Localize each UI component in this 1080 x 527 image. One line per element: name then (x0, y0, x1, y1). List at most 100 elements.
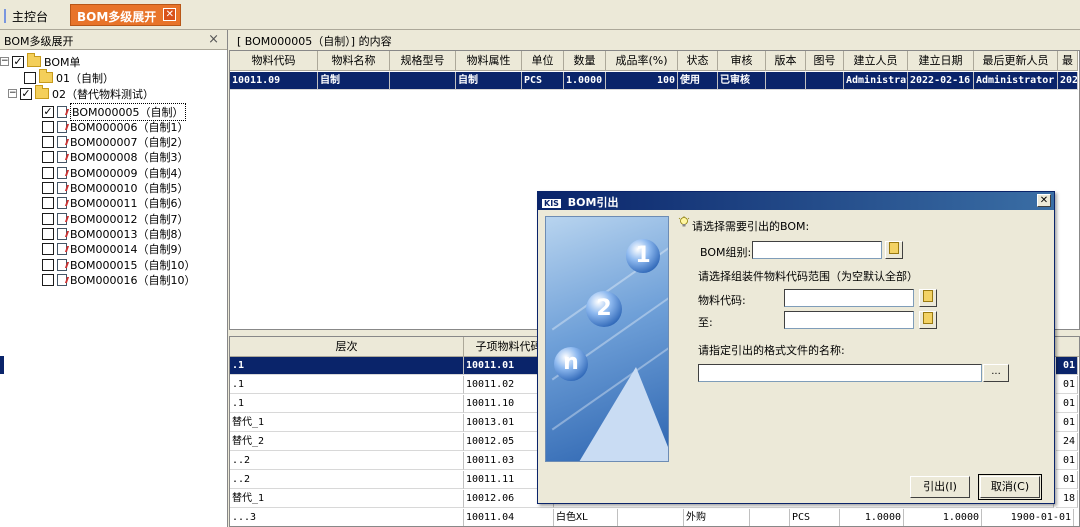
table-cell: .1 (230, 376, 464, 394)
tree-item-checkbox[interactable]: ✓ (42, 105, 54, 118)
tree-item-checkbox[interactable] (42, 243, 54, 256)
grid-bottom-column-header[interactable]: 层次 (230, 337, 464, 357)
tree-item-checkbox[interactable] (42, 120, 54, 133)
grid-top-column-header[interactable]: 版本 (766, 51, 806, 71)
bom-group-input[interactable] (752, 241, 882, 259)
bom-document-icon (57, 120, 67, 133)
tab-close-icon[interactable]: ✕ (163, 8, 177, 21)
grid-top-column-header[interactable]: 图号 (806, 51, 844, 71)
grid-top-column-header[interactable]: 最后更新人员 (974, 51, 1058, 71)
tab-home[interactable]: 主控台 (3, 6, 54, 26)
tree-item-label: BOM000005（自制） (70, 102, 186, 121)
tree-item-bom[interactable]: BOM000014（自制9） (42, 242, 189, 257)
tree-item-label: BOM000009（自制4） (70, 166, 189, 180)
tree-group-checkbox[interactable]: ✓ (20, 87, 32, 100)
grid-top-column-header[interactable]: 单位 (522, 51, 564, 71)
tree-item-label: BOM000016（自制10） (70, 273, 196, 287)
tree-item-bom[interactable]: BOM000007（自制2） (42, 135, 189, 150)
grid-top-column-header[interactable]: 物料属性 (456, 51, 522, 71)
table-cell: 100 (606, 72, 678, 90)
dialog-close-button[interactable]: ✕ (1037, 194, 1051, 207)
range-prompt: 请选择组装件物料代码范围（为空默认全部） (698, 270, 918, 283)
tree-item-checkbox[interactable] (42, 227, 54, 240)
table-cell: 替代_1 (230, 490, 464, 508)
bom-tree-panel-header: BOM多级展开 × (0, 30, 227, 50)
tree-item-label: BOM000010（自制5） (70, 182, 189, 195)
tree-group-01[interactable]: 01（自制） (24, 69, 114, 85)
panel-close-icon[interactable]: × (208, 32, 219, 47)
table-cell: 白色XL (554, 509, 618, 526)
tree-item-bom[interactable]: BOM000008（自制3） (42, 150, 189, 165)
tree-group-checkbox[interactable] (24, 71, 36, 84)
tree-item-checkbox[interactable] (42, 166, 54, 179)
bom-document-icon (57, 273, 67, 286)
table-cell: 替代_1 (230, 414, 464, 432)
tree-item-checkbox[interactable] (42, 273, 54, 286)
tree-item-checkbox[interactable] (42, 182, 54, 194)
grid-top-column-header[interactable]: 物料代码 (230, 51, 318, 71)
bom-document-icon (57, 105, 67, 118)
tree-group-02[interactable]: − ✓ 02（替代物料测试） (8, 85, 154, 101)
tree-item-bom[interactable]: ✓ BOM000005（自制） (42, 102, 186, 121)
tree-item-bom[interactable]: BOM000009（自制4） (42, 165, 189, 180)
bom-tree-panel-title: BOM多级展开 (4, 35, 74, 48)
cancel-button[interactable]: 取消(C) (978, 474, 1042, 500)
tree-item-bom[interactable]: BOM000006（自制1） (42, 119, 189, 134)
table-cell: 1.0000 (904, 509, 982, 526)
row-selection-indicator (0, 356, 4, 374)
dialog-title: BOM引出 (567, 196, 619, 209)
table-cell: 18 (1056, 490, 1078, 508)
grid-top-column-header[interactable]: 建立人员 (844, 51, 908, 71)
bom-group-browse-button[interactable] (885, 241, 903, 259)
tree-item-bom[interactable]: BOM000013（自制8） (42, 226, 189, 241)
export-button[interactable]: 引出(I) (910, 476, 970, 498)
material-code-from-browse-button[interactable] (919, 289, 937, 307)
tree-item-checkbox[interactable] (42, 212, 54, 225)
tree-item-bom[interactable]: BOM000012（自制7） (42, 211, 189, 226)
select-bom-prompt: 请选择需要引出的BOM: (692, 220, 810, 233)
grid-top-column-header[interactable]: 成品率(%) (606, 51, 678, 71)
grid-top-column-header[interactable]: 审核 (718, 51, 766, 71)
collapse-icon[interactable]: − (8, 89, 17, 98)
grid-top-column-header[interactable]: 物料名称 (318, 51, 390, 71)
table-cell: .1 (230, 357, 464, 375)
tab-bar: 主控台 BOM多级展开 ✕ (0, 0, 1080, 30)
tree-item-checkbox[interactable] (42, 151, 54, 164)
table-cell: 01 (1056, 414, 1078, 432)
material-code-to-browse-button[interactable] (919, 311, 937, 329)
table-cell: 01 (1056, 452, 1078, 470)
material-code-to-input[interactable] (784, 311, 914, 329)
table-cell: 01 (1056, 471, 1078, 489)
tree-item-bom[interactable]: BOM000011（自制6） (42, 196, 189, 211)
table-cell: 1.0000 (840, 509, 904, 526)
tree-item-checkbox[interactable] (42, 258, 54, 271)
format-file-browse-button[interactable]: ... (983, 364, 1009, 382)
banner-mountain-shape (576, 367, 668, 461)
tree-root[interactable]: − ✓ BOM单 (0, 53, 81, 69)
collapse-icon[interactable]: − (0, 57, 9, 66)
tree-item-label: BOM000007（自制2） (70, 136, 189, 150)
grid-top-column-header[interactable]: 规格型号 (390, 51, 456, 71)
tree-group-label: 02（替代物料测试） (52, 87, 154, 101)
table-cell (618, 509, 684, 526)
grid-top-column-header[interactable]: 数量 (564, 51, 606, 71)
grid-top-column-header[interactable]: 建立日期 (908, 51, 974, 71)
grid-top-column-header[interactable]: 最后 (1058, 51, 1078, 86)
tree-item-bom[interactable]: BOM000010（自制5） (42, 181, 189, 196)
material-code-from-input[interactable] (784, 289, 914, 307)
lightbulb-icon (678, 216, 690, 227)
table-cell: ..2 (230, 471, 464, 489)
grid-top-column-header[interactable]: 状态 (678, 51, 718, 71)
tab-bom-multilevel[interactable]: BOM多级展开 ✕ (70, 4, 182, 26)
tree-item-bom[interactable]: BOM000016（自制10） (42, 272, 196, 287)
tree-root-checkbox[interactable]: ✓ (12, 55, 24, 68)
tree-item-checkbox[interactable] (42, 197, 54, 210)
table-cell: Administrator (974, 72, 1058, 90)
table-cell: 24 (1056, 433, 1078, 451)
format-file-input[interactable] (698, 364, 982, 382)
tree-item-checkbox[interactable] (42, 136, 54, 149)
bom-document-icon (57, 136, 67, 149)
dialog-titlebar[interactable]: KIS BOM引出 ✕ (538, 192, 1054, 210)
tree-item-bom[interactable]: BOM000015（自制10） (42, 257, 196, 272)
table-cell: 10011.04 (464, 509, 554, 526)
